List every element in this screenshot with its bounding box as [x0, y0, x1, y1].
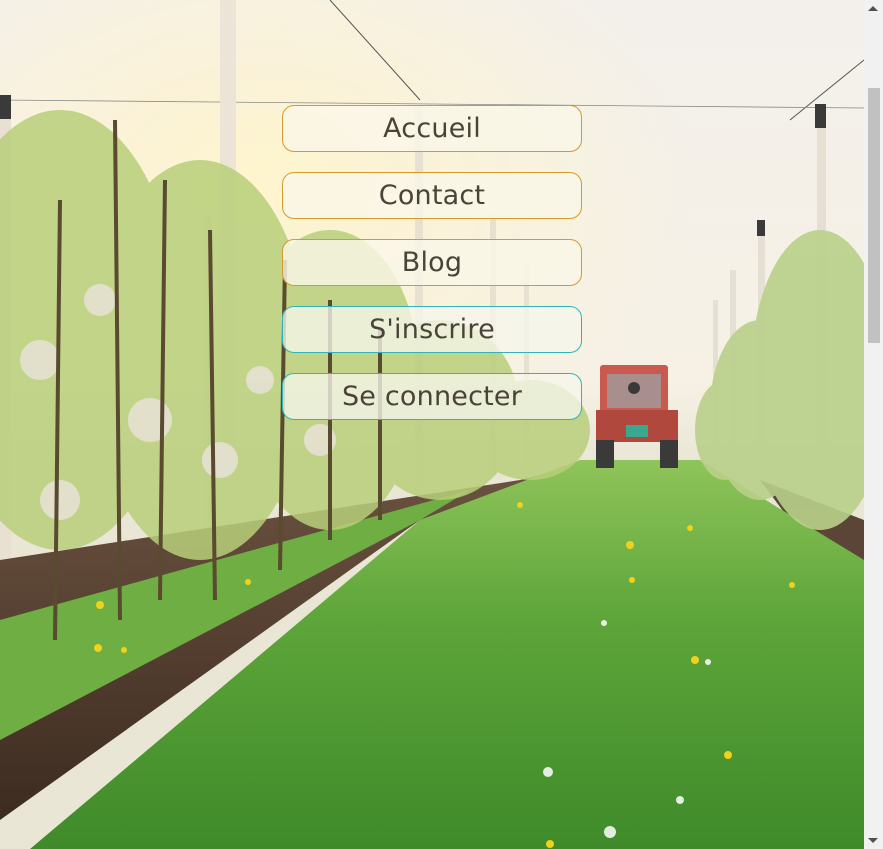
contact-button[interactable]: Contact — [282, 172, 582, 219]
blog-button[interactable]: Blog — [282, 239, 582, 286]
scroll-down-icon[interactable] — [868, 838, 878, 843]
vertical-scrollbar[interactable] — [864, 0, 883, 849]
scrollbar-thumb[interactable] — [868, 88, 880, 343]
signup-button[interactable]: S'inscrire — [282, 306, 582, 353]
main-menu: Accueil Contact Blog S'inscrire Se conne… — [282, 105, 582, 440]
page: Accueil Contact Blog S'inscrire Se conne… — [0, 0, 883, 849]
accueil-button[interactable]: Accueil — [282, 105, 582, 152]
login-button[interactable]: Se connecter — [282, 373, 582, 420]
scroll-up-icon[interactable] — [868, 6, 878, 11]
